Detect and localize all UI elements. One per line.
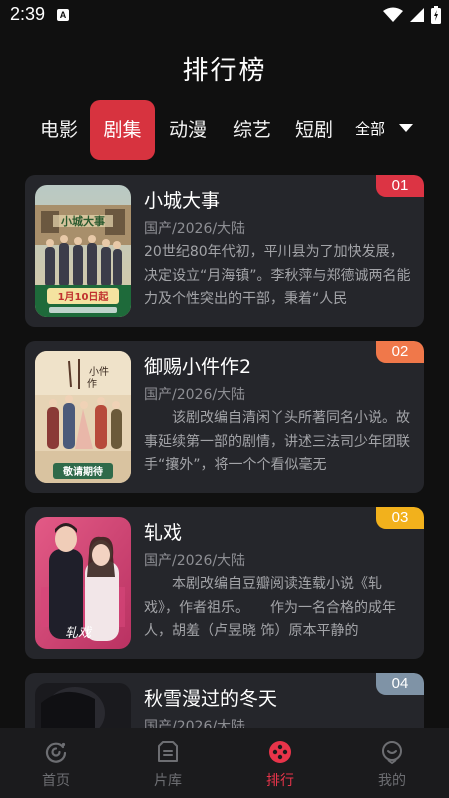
- status-time: 2:39: [10, 4, 46, 24]
- notification-icon: A: [57, 9, 69, 21]
- library-icon: [158, 741, 178, 762]
- item-title[interactable]: 轧戏: [144, 518, 182, 545]
- status-icons: [383, 5, 441, 25]
- item-meta: 国产/2026/大陆: [144, 719, 246, 728]
- poster-caption: 轧戏: [65, 626, 93, 641]
- svg-text:小件: 小件: [89, 366, 109, 378]
- nav-label: 首页: [42, 773, 70, 789]
- nav-home[interactable]: 首页: [0, 728, 112, 798]
- item-title[interactable]: 秋雪漫过的冬天: [144, 684, 277, 711]
- svg-text:作: 作: [87, 378, 97, 390]
- rank-badge: 03: [376, 507, 424, 529]
- signal-icon: [410, 8, 424, 22]
- rank-badge: 04: [376, 673, 424, 695]
- list-item[interactable]: 小件 作 敬请期待 02 御赐小件作2 国产/2026/大陆 该剧改编自清闲丫头…: [25, 341, 424, 493]
- nav-library[interactable]: 片库: [112, 728, 224, 798]
- poster-caption: 1月10日起: [58, 290, 110, 303]
- chevron-down-icon[interactable]: [399, 124, 413, 132]
- item-meta: 国产/2026/大陆: [144, 221, 246, 237]
- home-icon: [45, 742, 67, 763]
- wifi-icon: [383, 7, 403, 22]
- ranking-list[interactable]: 小城大事 1月10日起 01 小城大事 国产/2026/大陆 20世纪80年代初…: [0, 175, 449, 728]
- list-item[interactable]: 小城大事 1月10日起 01 小城大事 国产/2026/大陆 20世纪80年代初…: [25, 175, 424, 327]
- nav-label: 排行: [266, 773, 294, 789]
- poster-image[interactable]: 小件 作 敬请期待: [35, 351, 131, 483]
- tab-variety[interactable]: 综艺: [224, 100, 280, 160]
- bottom-navigation: 首页 片库 排行 我的: [0, 728, 449, 798]
- poster-caption: 敬请期待: [62, 465, 103, 478]
- ranking-icon: [269, 741, 291, 763]
- item-description: 该剧改编自清闲丫头所著同名小说。故事延续第一部的剧情，讲述三法司少年团联手“攘外…: [144, 410, 410, 473]
- tab-movie[interactable]: 电影: [31, 100, 87, 160]
- tab-series[interactable]: 剧集: [90, 100, 155, 160]
- poster-image[interactable]: [35, 683, 131, 728]
- rank-badge: 02: [376, 341, 424, 363]
- nav-label: 片库: [154, 773, 182, 789]
- list-item[interactable]: 轧戏 03 轧戏 国产/2026/大陆 本剧改编自豆瓣阅读连载小说《轧戏》，作者…: [25, 507, 424, 659]
- tab-anime[interactable]: 动漫: [160, 100, 216, 160]
- nav-label: 我的: [378, 773, 406, 789]
- profile-icon: [382, 741, 402, 764]
- item-title[interactable]: 御赐小件作2: [144, 352, 251, 379]
- tab-short-drama[interactable]: 短剧: [288, 100, 340, 160]
- list-item[interactable]: 04 秋雪漫过的冬天 国产/2026/大陆: [25, 673, 424, 728]
- page-title: 排行榜: [182, 56, 267, 86]
- filter-dropdown[interactable]: 全部: [355, 100, 385, 160]
- poster-image[interactable]: 轧戏: [35, 517, 131, 649]
- item-title[interactable]: 小城大事: [144, 186, 220, 213]
- item-description: 本剧改编自豆瓣阅读连载小说《轧戏》，作者祖乐。 作为一名合格的成年人，胡羞（卢昱…: [144, 576, 396, 639]
- item-meta: 国产/2026/大陆: [144, 387, 246, 403]
- category-tabs: 电影 剧集 动漫 综艺 短剧 全部: [0, 100, 449, 160]
- status-bar: 2:39 A: [0, 0, 449, 32]
- battery-icon: [431, 6, 441, 24]
- rank-badge: 01: [376, 175, 424, 197]
- item-description: 20世纪80年代初，平川县为了加快发展，决定设立“月海镇”。李秋萍与郑德诚两名能…: [144, 244, 411, 307]
- svg-text:小城大事: 小城大事: [60, 214, 105, 228]
- nav-ranking[interactable]: 排行: [224, 728, 336, 798]
- poster-image[interactable]: 小城大事 1月10日起: [35, 185, 131, 317]
- item-meta: 国产/2026/大陆: [144, 553, 246, 569]
- nav-profile[interactable]: 我的: [336, 728, 448, 798]
